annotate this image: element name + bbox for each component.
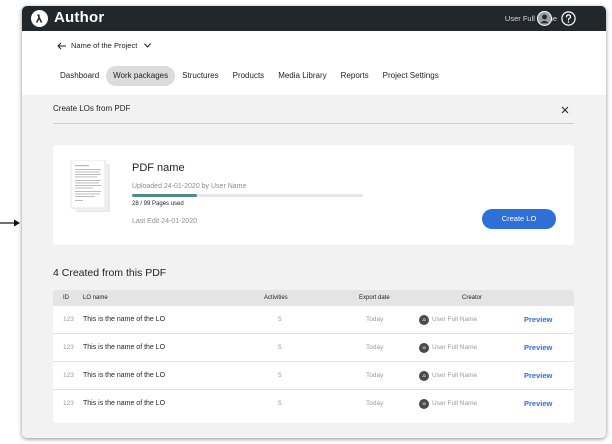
column-creator: Creator [462,295,483,301]
row-activities: 5 [278,400,282,407]
creator-avatar: JD [419,342,429,353]
app-window: Author User Full Name Name of the Projec… [22,6,606,438]
row-id: 123 [63,400,74,407]
divider [53,123,574,124]
nav-tabs: Dashboard Work packages Structures Produ… [53,66,446,86]
row-id: 123 [63,372,74,379]
pdf-document-icon [70,160,110,212]
column-activities: Activities [264,295,288,301]
pdf-last-edit: Last Edit 24-01-2020 [132,218,197,225]
row-creator: JD User Full Name [419,306,477,333]
panel-title: Create LOs from PDF [53,104,131,113]
column-id: ID [63,295,69,301]
table-row[interactable]: 123 This is the name of the LO 5 Today J… [53,334,574,362]
tab-media-library[interactable]: Media Library [271,66,333,86]
preview-link[interactable]: Preview [524,362,552,389]
pdf-uploaded-info: Uploaded 24-01-2020 by User Name [132,183,247,190]
table-header: ID LO name Activities Export date Creato… [53,290,574,306]
lo-table: ID LO name Activities Export date Creato… [53,290,574,423]
pages-progress-fill [132,194,198,197]
row-id: 123 [63,344,74,351]
pdf-card: PDF name Uploaded 24-01-2020 by User Nam… [53,145,574,245]
preview-link[interactable]: Preview [524,306,552,333]
tab-dashboard[interactable]: Dashboard [53,66,106,86]
row-export-date: Today [366,372,384,379]
creator-avatar: JD [419,370,429,381]
row-lo-name: This is the name of the LO [83,372,166,379]
table-row[interactable]: 123 This is the name of the LO 5 Today J… [53,362,574,390]
row-activities: 5 [278,372,282,379]
creator-name: User Full Name [432,344,478,351]
help-icon[interactable] [561,11,576,26]
creator-name: User Full Name [432,316,478,323]
row-export-date: Today [366,400,384,407]
creator-name: User Full Name [432,400,478,407]
app-title: Author [54,9,105,26]
table-row[interactable]: 123 This is the name of the LO 5 Today J… [53,390,574,417]
close-icon[interactable] [561,106,569,114]
pdf-name: PDF name [132,162,185,174]
row-creator: JD User Full Name [419,362,477,389]
row-export-date: Today [366,344,384,351]
tab-reports[interactable]: Reports [334,66,376,86]
row-creator: JD User Full Name [419,334,477,361]
column-lo-name: LO name [83,295,108,301]
created-section-title: 4 Created from this PDF [53,267,167,279]
table-row[interactable]: 123 This is the name of the LO 5 Today J… [53,306,574,334]
creator-name: User Full Name [432,372,478,379]
creator-avatar: JD [419,398,429,409]
row-id: 123 [63,316,74,323]
tab-structures[interactable]: Structures [175,66,225,86]
back-arrow-icon[interactable] [57,42,66,50]
project-selector[interactable]: Name of the Project [57,41,152,50]
tab-project-settings[interactable]: Project Settings [376,66,446,86]
row-creator: JD User Full Name [419,390,477,417]
row-lo-name: This is the name of the LO [83,400,166,407]
arrow-right-icon [0,219,20,227]
author-logo-icon[interactable] [31,10,48,27]
column-export-date: Export date [359,295,390,301]
preview-link[interactable]: Preview [524,334,552,361]
pages-progress-bar [132,194,363,197]
chevron-down-icon[interactable] [144,43,152,48]
tab-products[interactable]: Products [226,66,272,86]
row-activities: 5 [278,344,282,351]
pages-used: 28 / 99 Pages used [132,201,184,207]
preview-link[interactable]: Preview [524,390,552,417]
create-lo-button[interactable]: Create LO [482,209,556,229]
creator-avatar: JD [419,314,429,325]
user-avatar-icon[interactable] [537,11,552,26]
row-lo-name: This is the name of the LO [83,316,166,323]
project-name[interactable]: Name of the Project [71,41,137,50]
row-lo-name: This is the name of the LO [83,344,166,351]
top-bar: Author User Full Name [22,6,606,31]
tab-work-packages[interactable]: Work packages [106,66,176,86]
row-export-date: Today [366,316,384,323]
row-activities: 5 [278,316,282,323]
